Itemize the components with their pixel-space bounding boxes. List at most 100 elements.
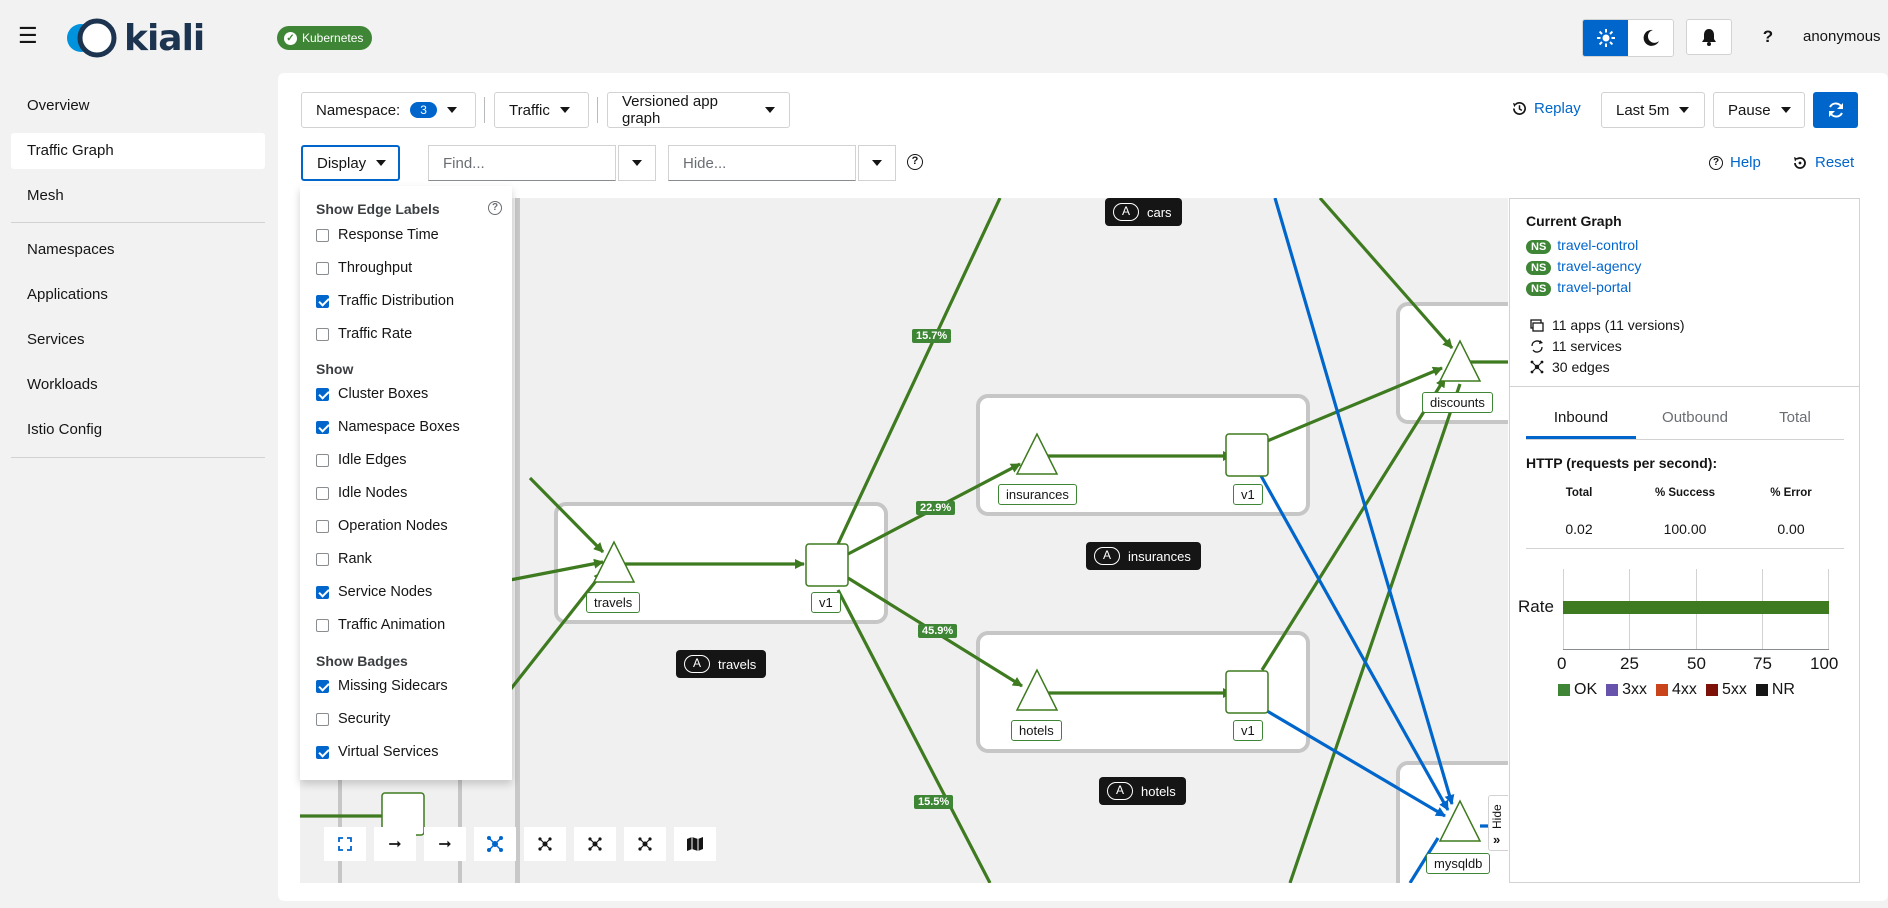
fit-to-screen-button[interactable] bbox=[324, 827, 366, 861]
sidebar-item-applications[interactable]: Applications bbox=[11, 277, 265, 313]
namespace-dropdown[interactable]: Namespace: 3 bbox=[301, 92, 476, 128]
brand-name: kiali bbox=[124, 17, 205, 59]
sidebar-item-services[interactable]: Services bbox=[11, 322, 265, 358]
checkbox[interactable] bbox=[316, 486, 329, 500]
checkbox[interactable] bbox=[316, 387, 329, 401]
checkbox[interactable] bbox=[316, 745, 329, 759]
topology-icon bbox=[638, 837, 652, 851]
tick-label: 50 bbox=[1687, 654, 1706, 673]
app-badge-insurances[interactable]: A insurances bbox=[1086, 542, 1201, 570]
app-badge-travels[interactable]: A travels bbox=[676, 650, 767, 678]
replay-button[interactable]: Replay bbox=[1512, 100, 1581, 117]
reset-button[interactable]: Reset bbox=[1792, 154, 1854, 171]
dark-theme-button[interactable] bbox=[1628, 20, 1673, 56]
checkbox[interactable] bbox=[316, 712, 329, 726]
help-button[interactable]: ? Help bbox=[1709, 154, 1761, 171]
edge[interactable] bbox=[836, 589, 992, 883]
checkbox-idle-nodes[interactable]: Idle Nodes bbox=[316, 485, 407, 501]
hide-options-button[interactable] bbox=[858, 145, 896, 181]
checkbox[interactable] bbox=[316, 261, 329, 275]
hide-panel-tab[interactable]: Hide » bbox=[1488, 795, 1508, 851]
double-chevron-icon: » bbox=[1493, 832, 1501, 847]
help-icon[interactable]: ? bbox=[1756, 25, 1780, 49]
kiali-logo[interactable]: kiali bbox=[64, 17, 205, 59]
checkbox-virtual-services[interactable]: Virtual Services bbox=[316, 744, 438, 760]
hotels-v1-node[interactable] bbox=[1225, 670, 1269, 714]
checkbox[interactable] bbox=[316, 618, 329, 632]
layout-dagre-button[interactable]: ➞ bbox=[374, 827, 416, 861]
checkbox[interactable] bbox=[316, 519, 329, 533]
legend-swatch bbox=[1705, 684, 1718, 696]
checkbox[interactable] bbox=[316, 228, 329, 242]
edge[interactable] bbox=[1318, 198, 1454, 350]
sidebar-item-overview[interactable]: Overview bbox=[11, 88, 265, 124]
topology-icon bbox=[538, 837, 552, 851]
checkbox-idle-edges[interactable]: Idle Edges bbox=[316, 452, 407, 468]
app-badge-cars[interactable]: A cars bbox=[1105, 198, 1182, 226]
checkbox[interactable] bbox=[316, 453, 329, 467]
layout-grid-button[interactable]: ➞ bbox=[424, 827, 466, 861]
legend-item: 4xx bbox=[1656, 681, 1697, 699]
user-menu[interactable]: anonymous bbox=[1803, 28, 1881, 45]
layout-concentric-button[interactable] bbox=[624, 827, 666, 861]
app-badge-hotels[interactable]: A hotels bbox=[1099, 777, 1186, 805]
checkbox-rank[interactable]: Rank bbox=[316, 551, 372, 567]
layout-cola-button[interactable] bbox=[524, 827, 566, 861]
refresh-button[interactable] bbox=[1813, 92, 1858, 128]
sidebar-item-workloads[interactable]: Workloads bbox=[11, 367, 265, 403]
edge[interactable] bbox=[836, 198, 1002, 545]
namespace-link[interactable]: travel-control bbox=[1557, 237, 1638, 253]
duration-dropdown[interactable]: Last 5m bbox=[1601, 92, 1705, 128]
sidebar-item-traffic-graph[interactable]: Traffic Graph bbox=[11, 133, 265, 169]
find-help-icon[interactable]: ? bbox=[907, 154, 923, 170]
namespace-link-row: NS travel-control bbox=[1526, 237, 1638, 255]
checkbox-operation-nodes[interactable]: Operation Nodes bbox=[316, 518, 448, 534]
sidebar-item-namespaces[interactable]: Namespaces bbox=[11, 232, 265, 268]
refresh-interval-dropdown[interactable]: Pause bbox=[1713, 92, 1805, 128]
checkbox-response-time[interactable]: Response Time bbox=[316, 227, 439, 243]
checkbox[interactable] bbox=[316, 552, 329, 566]
tab-total[interactable]: Total bbox=[1740, 409, 1850, 426]
edge-labels-heading: Show Edge Labels bbox=[316, 201, 440, 217]
checkbox-traffic-distribution[interactable]: Traffic Distribution bbox=[316, 293, 454, 309]
namespace-link[interactable]: travel-portal bbox=[1557, 279, 1631, 295]
hide-input[interactable]: Hide... bbox=[668, 145, 856, 181]
tab-inbound[interactable]: Inbound bbox=[1526, 409, 1636, 426]
hamburger-menu-icon[interactable]: ☰ bbox=[18, 24, 42, 48]
checkbox[interactable] bbox=[316, 327, 329, 341]
checkbox-missing-sidecars[interactable]: Missing Sidecars bbox=[316, 678, 448, 694]
sidebar-item-mesh[interactable]: Mesh bbox=[11, 178, 265, 214]
checkbox-service-nodes[interactable]: Service Nodes bbox=[316, 584, 432, 600]
travels-v1-node[interactable] bbox=[805, 543, 849, 587]
notifications-button[interactable] bbox=[1686, 19, 1732, 55]
legend-button[interactable] bbox=[674, 827, 716, 861]
legend-label: 3xx bbox=[1622, 681, 1648, 698]
checkbox[interactable] bbox=[316, 420, 329, 434]
edge-labels-help-icon[interactable]: ? bbox=[488, 201, 502, 215]
ok-rate-bar[interactable] bbox=[1563, 601, 1829, 614]
checkbox[interactable] bbox=[316, 294, 329, 308]
checkbox-security[interactable]: Security bbox=[316, 711, 390, 727]
graph-type-dropdown[interactable]: Versioned app graph bbox=[607, 92, 790, 128]
namespace-link[interactable]: travel-agency bbox=[1557, 258, 1641, 274]
table-cell: 100.00 bbox=[1663, 521, 1707, 537]
checkbox[interactable] bbox=[316, 679, 329, 693]
checkbox-traffic-animation[interactable]: Traffic Animation bbox=[316, 617, 445, 633]
tab-outbound[interactable]: Outbound bbox=[1640, 409, 1750, 426]
checkbox-traffic-rate[interactable]: Traffic Rate bbox=[316, 326, 412, 342]
table-cell: 0.00 bbox=[1777, 521, 1805, 537]
checkbox[interactable] bbox=[316, 585, 329, 599]
layout-breadthfirst-button[interactable] bbox=[574, 827, 616, 861]
sidebar-item-istio-config[interactable]: Istio Config bbox=[11, 412, 265, 448]
checkbox-throughput[interactable]: Throughput bbox=[316, 260, 412, 276]
traffic-dropdown[interactable]: Traffic bbox=[494, 92, 589, 128]
layout-cose-button[interactable] bbox=[474, 827, 516, 861]
find-input[interactable]: Find... bbox=[428, 145, 616, 181]
insurances-v1-node[interactable] bbox=[1225, 433, 1269, 477]
checkbox-cluster-boxes[interactable]: Cluster Boxes bbox=[316, 386, 428, 402]
find-options-button[interactable] bbox=[618, 145, 656, 181]
caret-down-icon bbox=[765, 107, 775, 113]
display-dropdown[interactable]: Display bbox=[301, 145, 400, 181]
light-theme-button[interactable] bbox=[1583, 20, 1628, 56]
checkbox-namespace-boxes[interactable]: Namespace Boxes bbox=[316, 419, 460, 435]
